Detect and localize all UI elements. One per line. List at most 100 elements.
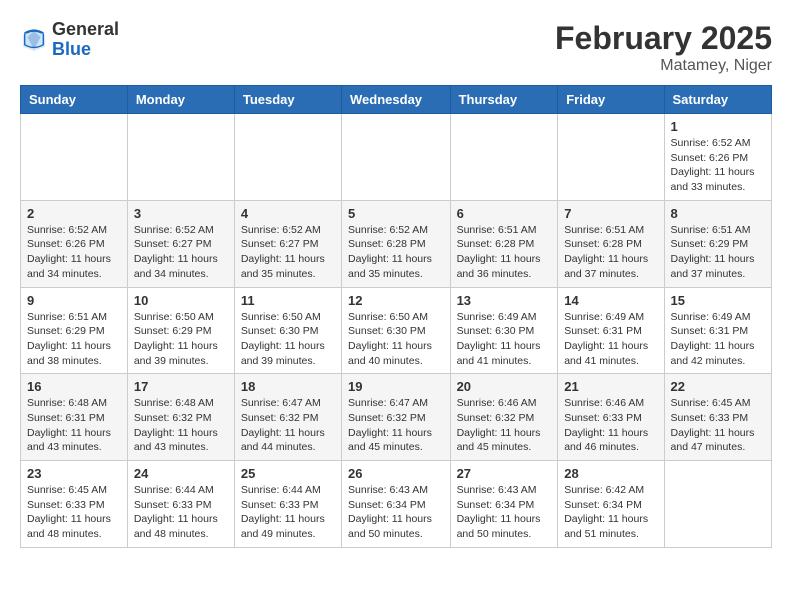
- calendar-cell: 19 Sunrise: 6:47 AM Sunset: 6:32 PM Dayli…: [342, 374, 451, 461]
- day-number: 14: [564, 293, 657, 308]
- day-number: 26: [348, 466, 444, 481]
- logo-blue: Blue: [52, 39, 91, 59]
- calendar-cell: 28Sunrise: 6:42 AM Sunset: 6:34 PM Dayli…: [558, 461, 664, 548]
- calendar-cell: [21, 114, 128, 201]
- day-number: 3: [134, 206, 228, 221]
- weekday-header-sunday: Sunday: [21, 86, 128, 114]
- day-number: 19: [348, 379, 444, 394]
- weekday-header-saturday: Saturday: [664, 86, 771, 114]
- day-info: Sunrise: 6:52 AM Sunset: 6:27 PM Dayligh…: [134, 223, 228, 282]
- weekday-header-monday: Monday: [127, 86, 234, 114]
- day-number: 17: [134, 379, 228, 394]
- title-area: February 2025 Matamey, Niger: [555, 20, 772, 75]
- day-number: 6: [457, 206, 552, 221]
- calendar-cell: 11Sunrise: 6:50 AM Sunset: 6:30 PM Dayli…: [234, 287, 341, 374]
- calendar-week-row: 1 Sunrise: 6:52 AM Sunset: 6:26 PM Daylig…: [21, 114, 772, 201]
- calendar-cell: 13Sunrise: 6:49 AM Sunset: 6:30 PM Dayli…: [450, 287, 558, 374]
- day-number: 21: [564, 379, 657, 394]
- calendar-cell: [127, 114, 234, 201]
- calendar-cell: 17Sunrise: 6:48 AM Sunset: 6:32 PM Dayli…: [127, 374, 234, 461]
- calendar-cell: 24 Sunrise: 6:44 AM Sunset: 6:33 PM Dayli…: [127, 461, 234, 548]
- day-info: Sunrise: 6:47 AM Sunset: 6:32 PM Dayligh…: [348, 396, 444, 455]
- calendar-cell: [234, 114, 341, 201]
- day-number: 5: [348, 206, 444, 221]
- day-info: Sunrise: 6:50 AM Sunset: 6:30 PM Dayligh…: [348, 310, 444, 369]
- day-number: 18: [241, 379, 335, 394]
- day-info: Sunrise: 6:46 AM Sunset: 6:32 PM Dayligh…: [457, 396, 552, 455]
- day-info: Sunrise: 6:51 AM Sunset: 6:29 PM Dayligh…: [671, 223, 765, 282]
- calendar-cell: [450, 114, 558, 201]
- calendar-cell: [558, 114, 664, 201]
- calendar-cell: 14 Sunrise: 6:49 AM Sunset: 6:31 PM Dayli…: [558, 287, 664, 374]
- day-number: 12: [348, 293, 444, 308]
- month-title: February 2025: [555, 20, 772, 57]
- day-info: Sunrise: 6:50 AM Sunset: 6:30 PM Dayligh…: [241, 310, 335, 369]
- calendar-cell: 12 Sunrise: 6:50 AM Sunset: 6:30 PM Dayli…: [342, 287, 451, 374]
- day-number: 10: [134, 293, 228, 308]
- day-number: 8: [671, 206, 765, 221]
- day-number: 23: [27, 466, 121, 481]
- calendar-cell: 20Sunrise: 6:46 AM Sunset: 6:32 PM Dayli…: [450, 374, 558, 461]
- weekday-header-thursday: Thursday: [450, 86, 558, 114]
- calendar-cell: 21 Sunrise: 6:46 AM Sunset: 6:33 PM Dayli…: [558, 374, 664, 461]
- calendar-cell: 22 Sunrise: 6:45 AM Sunset: 6:33 PM Dayli…: [664, 374, 771, 461]
- calendar-cell: 10 Sunrise: 6:50 AM Sunset: 6:29 PM Dayli…: [127, 287, 234, 374]
- day-info: Sunrise: 6:45 AM Sunset: 6:33 PM Dayligh…: [27, 483, 121, 542]
- day-info: Sunrise: 6:50 AM Sunset: 6:29 PM Dayligh…: [134, 310, 228, 369]
- day-info: Sunrise: 6:44 AM Sunset: 6:33 PM Dayligh…: [134, 483, 228, 542]
- day-info: Sunrise: 6:46 AM Sunset: 6:33 PM Dayligh…: [564, 396, 657, 455]
- day-number: 24: [134, 466, 228, 481]
- calendar-cell: 6 Sunrise: 6:51 AM Sunset: 6:28 PM Daylig…: [450, 200, 558, 287]
- location-title: Matamey, Niger: [555, 57, 772, 75]
- day-info: Sunrise: 6:49 AM Sunset: 6:31 PM Dayligh…: [671, 310, 765, 369]
- calendar-cell: 7 Sunrise: 6:51 AM Sunset: 6:28 PM Daylig…: [558, 200, 664, 287]
- day-info: Sunrise: 6:48 AM Sunset: 6:31 PM Dayligh…: [27, 396, 121, 455]
- day-info: Sunrise: 6:52 AM Sunset: 6:28 PM Dayligh…: [348, 223, 444, 282]
- calendar-week-row: 9 Sunrise: 6:51 AM Sunset: 6:29 PM Daylig…: [21, 287, 772, 374]
- logo-icon: [20, 26, 48, 54]
- calendar-cell: 3 Sunrise: 6:52 AM Sunset: 6:27 PM Daylig…: [127, 200, 234, 287]
- day-number: 28: [564, 466, 657, 481]
- calendar-week-row: 23 Sunrise: 6:45 AM Sunset: 6:33 PM Dayli…: [21, 461, 772, 548]
- calendar-cell: 2 Sunrise: 6:52 AM Sunset: 6:26 PM Daylig…: [21, 200, 128, 287]
- day-number: 9: [27, 293, 121, 308]
- calendar-week-row: 16 Sunrise: 6:48 AM Sunset: 6:31 PM Dayli…: [21, 374, 772, 461]
- day-info: Sunrise: 6:52 AM Sunset: 6:26 PM Dayligh…: [27, 223, 121, 282]
- day-info: Sunrise: 6:49 AM Sunset: 6:31 PM Dayligh…: [564, 310, 657, 369]
- day-number: 22: [671, 379, 765, 394]
- day-number: 7: [564, 206, 657, 221]
- day-info: Sunrise: 6:51 AM Sunset: 6:28 PM Dayligh…: [457, 223, 552, 282]
- day-info: Sunrise: 6:43 AM Sunset: 6:34 PM Dayligh…: [457, 483, 552, 542]
- calendar-cell: 26 Sunrise: 6:43 AM Sunset: 6:34 PM Dayli…: [342, 461, 451, 548]
- calendar-cell: [664, 461, 771, 548]
- day-info: Sunrise: 6:51 AM Sunset: 6:28 PM Dayligh…: [564, 223, 657, 282]
- calendar-cell: 23 Sunrise: 6:45 AM Sunset: 6:33 PM Dayli…: [21, 461, 128, 548]
- logo-general: General: [52, 19, 119, 39]
- day-info: Sunrise: 6:51 AM Sunset: 6:29 PM Dayligh…: [27, 310, 121, 369]
- day-number: 1: [671, 119, 765, 134]
- calendar-cell: [342, 114, 451, 201]
- calendar-cell: 18 Sunrise: 6:47 AM Sunset: 6:32 PM Dayli…: [234, 374, 341, 461]
- weekday-header-friday: Friday: [558, 86, 664, 114]
- day-info: Sunrise: 6:52 AM Sunset: 6:26 PM Dayligh…: [671, 136, 765, 195]
- day-info: Sunrise: 6:45 AM Sunset: 6:33 PM Dayligh…: [671, 396, 765, 455]
- calendar-cell: 4Sunrise: 6:52 AM Sunset: 6:27 PM Daylig…: [234, 200, 341, 287]
- calendar-cell: 15Sunrise: 6:49 AM Sunset: 6:31 PM Dayli…: [664, 287, 771, 374]
- calendar-cell: 1 Sunrise: 6:52 AM Sunset: 6:26 PM Daylig…: [664, 114, 771, 201]
- day-number: 16: [27, 379, 121, 394]
- weekday-header-tuesday: Tuesday: [234, 86, 341, 114]
- day-info: Sunrise: 6:52 AM Sunset: 6:27 PM Dayligh…: [241, 223, 335, 282]
- day-number: 2: [27, 206, 121, 221]
- calendar-table: SundayMondayTuesdayWednesdayThursdayFrid…: [20, 85, 772, 548]
- day-info: Sunrise: 6:44 AM Sunset: 6:33 PM Dayligh…: [241, 483, 335, 542]
- calendar-cell: 5 Sunrise: 6:52 AM Sunset: 6:28 PM Daylig…: [342, 200, 451, 287]
- calendar-header-row: SundayMondayTuesdayWednesdayThursdayFrid…: [21, 86, 772, 114]
- weekday-header-wednesday: Wednesday: [342, 86, 451, 114]
- day-info: Sunrise: 6:47 AM Sunset: 6:32 PM Dayligh…: [241, 396, 335, 455]
- calendar-week-row: 2 Sunrise: 6:52 AM Sunset: 6:26 PM Daylig…: [21, 200, 772, 287]
- day-info: Sunrise: 6:43 AM Sunset: 6:34 PM Dayligh…: [348, 483, 444, 542]
- day-number: 25: [241, 466, 335, 481]
- day-info: Sunrise: 6:49 AM Sunset: 6:30 PM Dayligh…: [457, 310, 552, 369]
- calendar-cell: 25 Sunrise: 6:44 AM Sunset: 6:33 PM Dayli…: [234, 461, 341, 548]
- logo: General Blue: [20, 20, 119, 60]
